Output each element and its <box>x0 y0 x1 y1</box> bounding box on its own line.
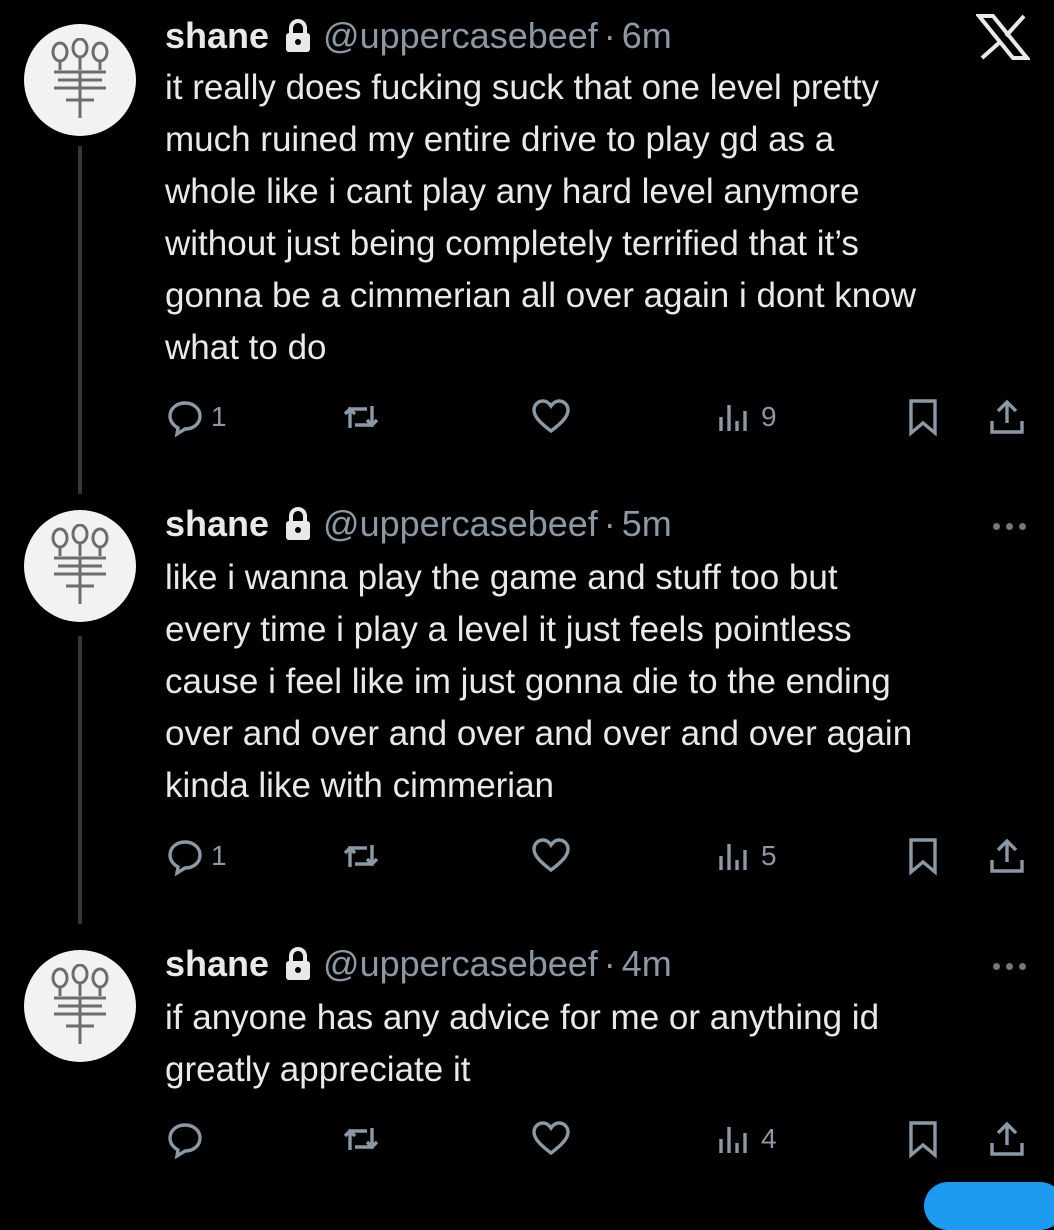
more-icon[interactable] <box>993 516 1026 536</box>
avatar[interactable] <box>24 950 136 1062</box>
more-icon[interactable] <box>993 956 1026 976</box>
crest-icon <box>51 964 109 1044</box>
repost-icon <box>343 1128 379 1150</box>
reply-button[interactable] <box>165 1116 211 1162</box>
lock-icon <box>286 19 311 52</box>
bookmark-button[interactable] <box>903 833 943 879</box>
separator-dot: · <box>603 503 616 544</box>
crest-icon <box>51 524 109 604</box>
reply-count: 1 <box>211 840 227 871</box>
repost-icon <box>343 406 379 428</box>
crest-icon <box>51 38 109 118</box>
share-icon <box>990 399 1024 434</box>
bookmark-button[interactable] <box>903 394 943 440</box>
display-name[interactable]: shane <box>165 503 269 545</box>
tweet-actions: 1 5 <box>165 833 1035 879</box>
like-button[interactable] <box>531 833 571 879</box>
views-button[interactable]: 9 <box>715 394 777 440</box>
display-name[interactable]: shane <box>165 943 269 985</box>
repost-button[interactable] <box>341 1116 381 1162</box>
bookmark-icon <box>909 1121 937 1159</box>
avatar[interactable] <box>24 510 136 622</box>
tweet-text: it really does fucking suck that one lev… <box>165 68 916 367</box>
tweet-header: shane @uppercasebeef · 4m <box>165 942 672 986</box>
views-count: 4 <box>761 1123 777 1154</box>
separator-dot: · <box>603 15 616 56</box>
username-handle[interactable]: @uppercasebeef <box>323 943 598 985</box>
share-icon <box>990 838 1024 873</box>
like-button[interactable] <box>531 394 571 440</box>
thread-connector <box>78 636 82 924</box>
tweet-header: shane @uppercasebeef · 5m <box>165 502 672 546</box>
bookmark-icon <box>909 399 937 437</box>
views-count: 9 <box>761 401 777 432</box>
lock-icon <box>286 507 311 540</box>
bookmark-icon <box>909 838 937 876</box>
display-name[interactable]: shane <box>165 15 269 57</box>
tweet-actions: 4 <box>165 1116 1035 1162</box>
tweet-header: shane @uppercasebeef · 6m <box>165 14 672 58</box>
x-logo-icon[interactable] <box>974 14 1032 65</box>
share-icon <box>990 1121 1024 1156</box>
reply-button[interactable]: 1 <box>165 394 227 440</box>
views-chart-icon <box>719 1127 747 1153</box>
reply-icon <box>168 840 202 876</box>
share-button[interactable] <box>987 1116 1027 1162</box>
like-button[interactable] <box>531 1116 571 1162</box>
reply-button[interactable]: 1 <box>165 833 227 879</box>
share-button[interactable] <box>987 394 1027 440</box>
timestamp[interactable]: 6m <box>622 15 672 57</box>
separator-dot: · <box>603 943 616 984</box>
views-count: 5 <box>761 840 777 871</box>
reply-icon <box>168 401 202 437</box>
views-chart-icon <box>719 405 747 431</box>
username-handle[interactable]: @uppercasebeef <box>323 503 598 545</box>
compose-fab[interactable] <box>924 1182 1054 1230</box>
views-button[interactable]: 4 <box>715 1116 777 1162</box>
avatar[interactable] <box>24 24 136 136</box>
repost-button[interactable] <box>341 394 381 440</box>
share-button[interactable] <box>987 833 1027 879</box>
thread-connector <box>78 146 82 494</box>
tweet-text: if anyone has any advice for me or anyth… <box>165 998 880 1089</box>
repost-icon <box>343 845 379 867</box>
timestamp[interactable]: 5m <box>622 503 672 545</box>
views-chart-icon <box>719 844 747 870</box>
username-handle[interactable]: @uppercasebeef <box>323 15 598 57</box>
timestamp[interactable]: 4m <box>622 943 672 985</box>
tweet-text: like i wanna play the game and stuff too… <box>165 558 913 805</box>
heart-icon <box>532 1121 570 1156</box>
heart-icon <box>532 838 570 873</box>
tweet-actions: 1 9 <box>165 394 1035 440</box>
lock-icon <box>286 947 311 980</box>
heart-icon <box>532 399 570 434</box>
bookmark-button[interactable] <box>903 1116 943 1162</box>
reply-count: 1 <box>211 401 227 432</box>
repost-button[interactable] <box>341 833 381 879</box>
reply-icon <box>168 1123 202 1159</box>
views-button[interactable]: 5 <box>715 833 777 879</box>
